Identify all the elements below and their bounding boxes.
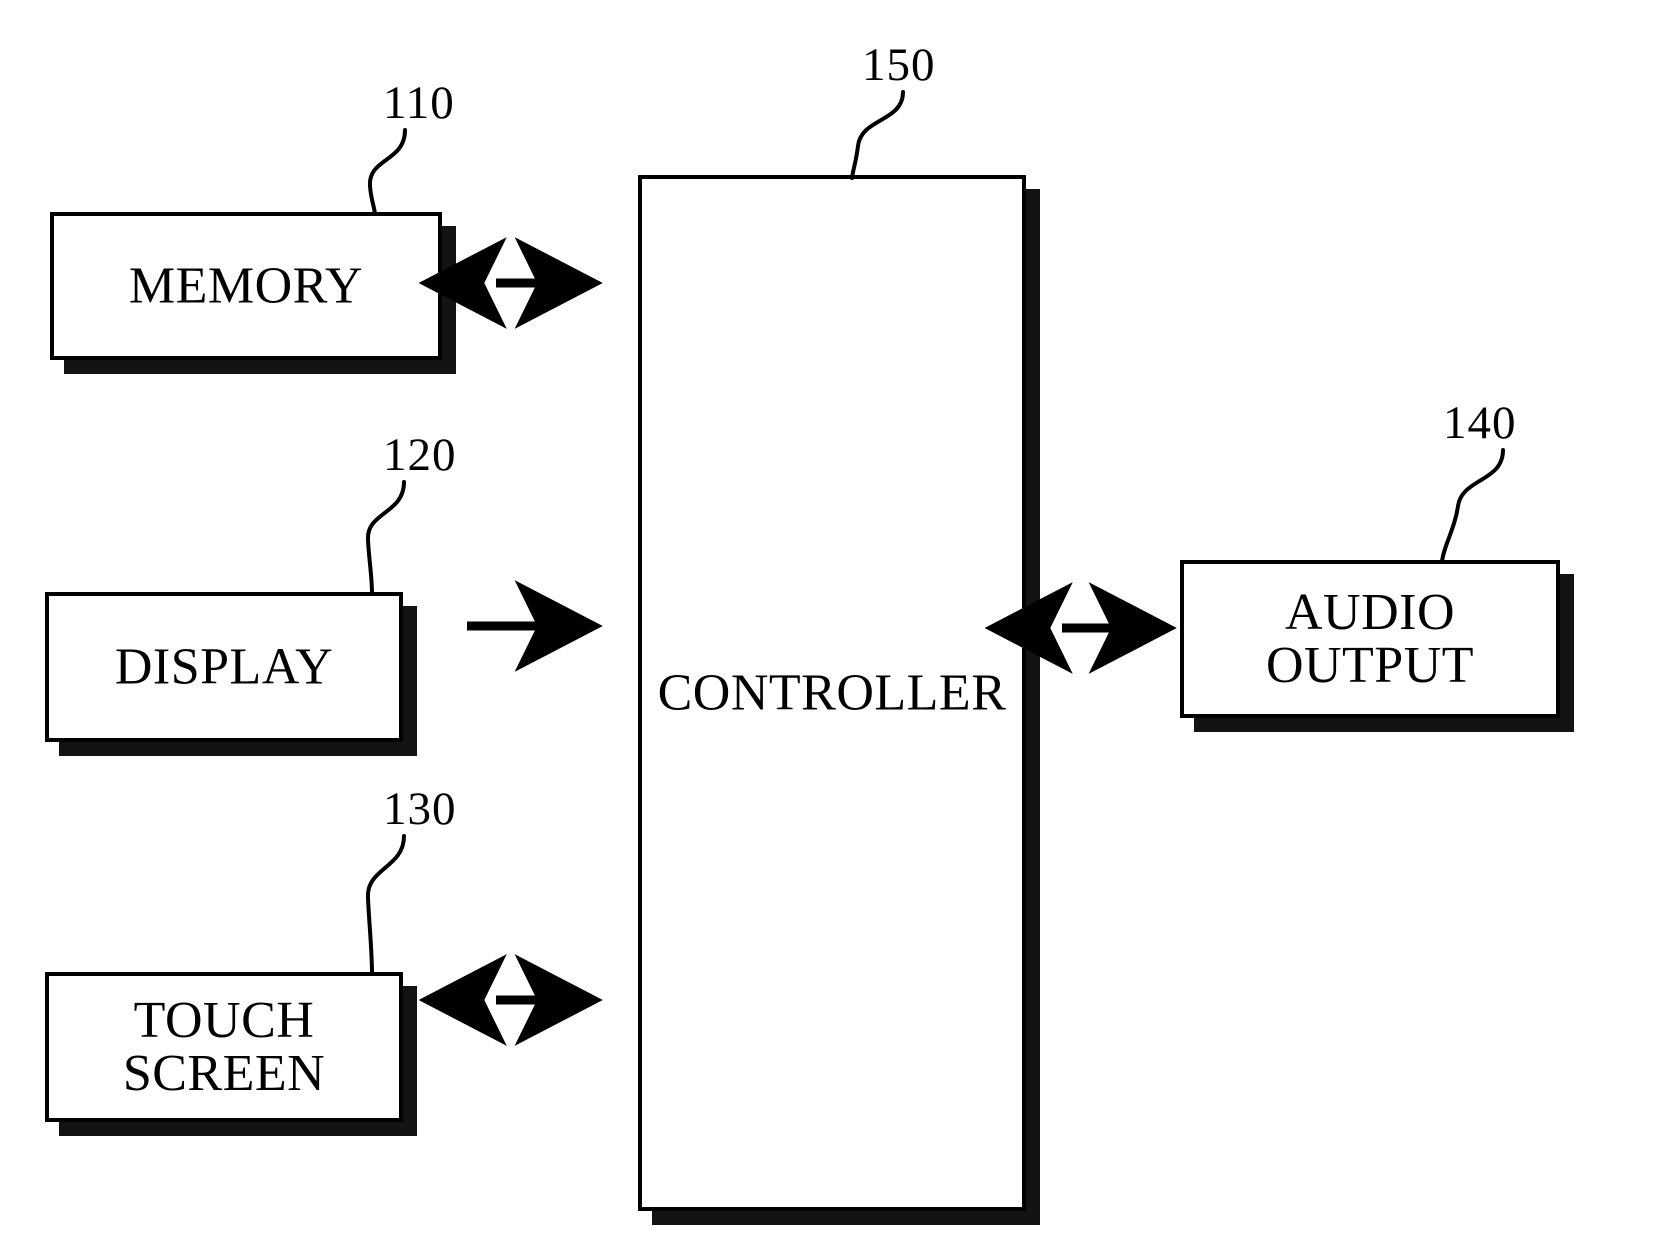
- controller-block[interactable]: CONTROLLER: [638, 175, 1026, 1211]
- figure-canvas: MEMORY DISPLAY TOUCH SCREEN CONTROLLER A…: [0, 0, 1668, 1258]
- leader-line-120: [365, 480, 406, 596]
- display-block[interactable]: DISPLAY: [45, 592, 403, 742]
- memory-block[interactable]: MEMORY: [50, 212, 442, 360]
- reference-numeral-110: 110: [383, 77, 455, 129]
- touch-screen-block-label: TOUCH SCREEN: [122, 991, 326, 1102]
- touch-screen-block[interactable]: TOUCH SCREEN: [45, 972, 403, 1122]
- leader-line-150: [850, 90, 905, 180]
- leader-line-140: [1440, 448, 1505, 564]
- audio-output-block-label: AUDIO OUTPUT: [1265, 583, 1475, 694]
- leader-line-130: [365, 834, 406, 976]
- reference-numeral-140: 140: [1443, 397, 1517, 449]
- controller-block-label: CONTROLLER: [657, 664, 1007, 722]
- reference-numeral-150: 150: [862, 39, 936, 91]
- display-block-label: DISPLAY: [114, 638, 334, 696]
- memory-block-label: MEMORY: [128, 257, 364, 315]
- leader-line-110: [367, 128, 407, 216]
- reference-numeral-130: 130: [383, 783, 457, 835]
- audio-output-block[interactable]: AUDIO OUTPUT: [1180, 560, 1560, 718]
- reference-numeral-120: 120: [383, 429, 457, 481]
